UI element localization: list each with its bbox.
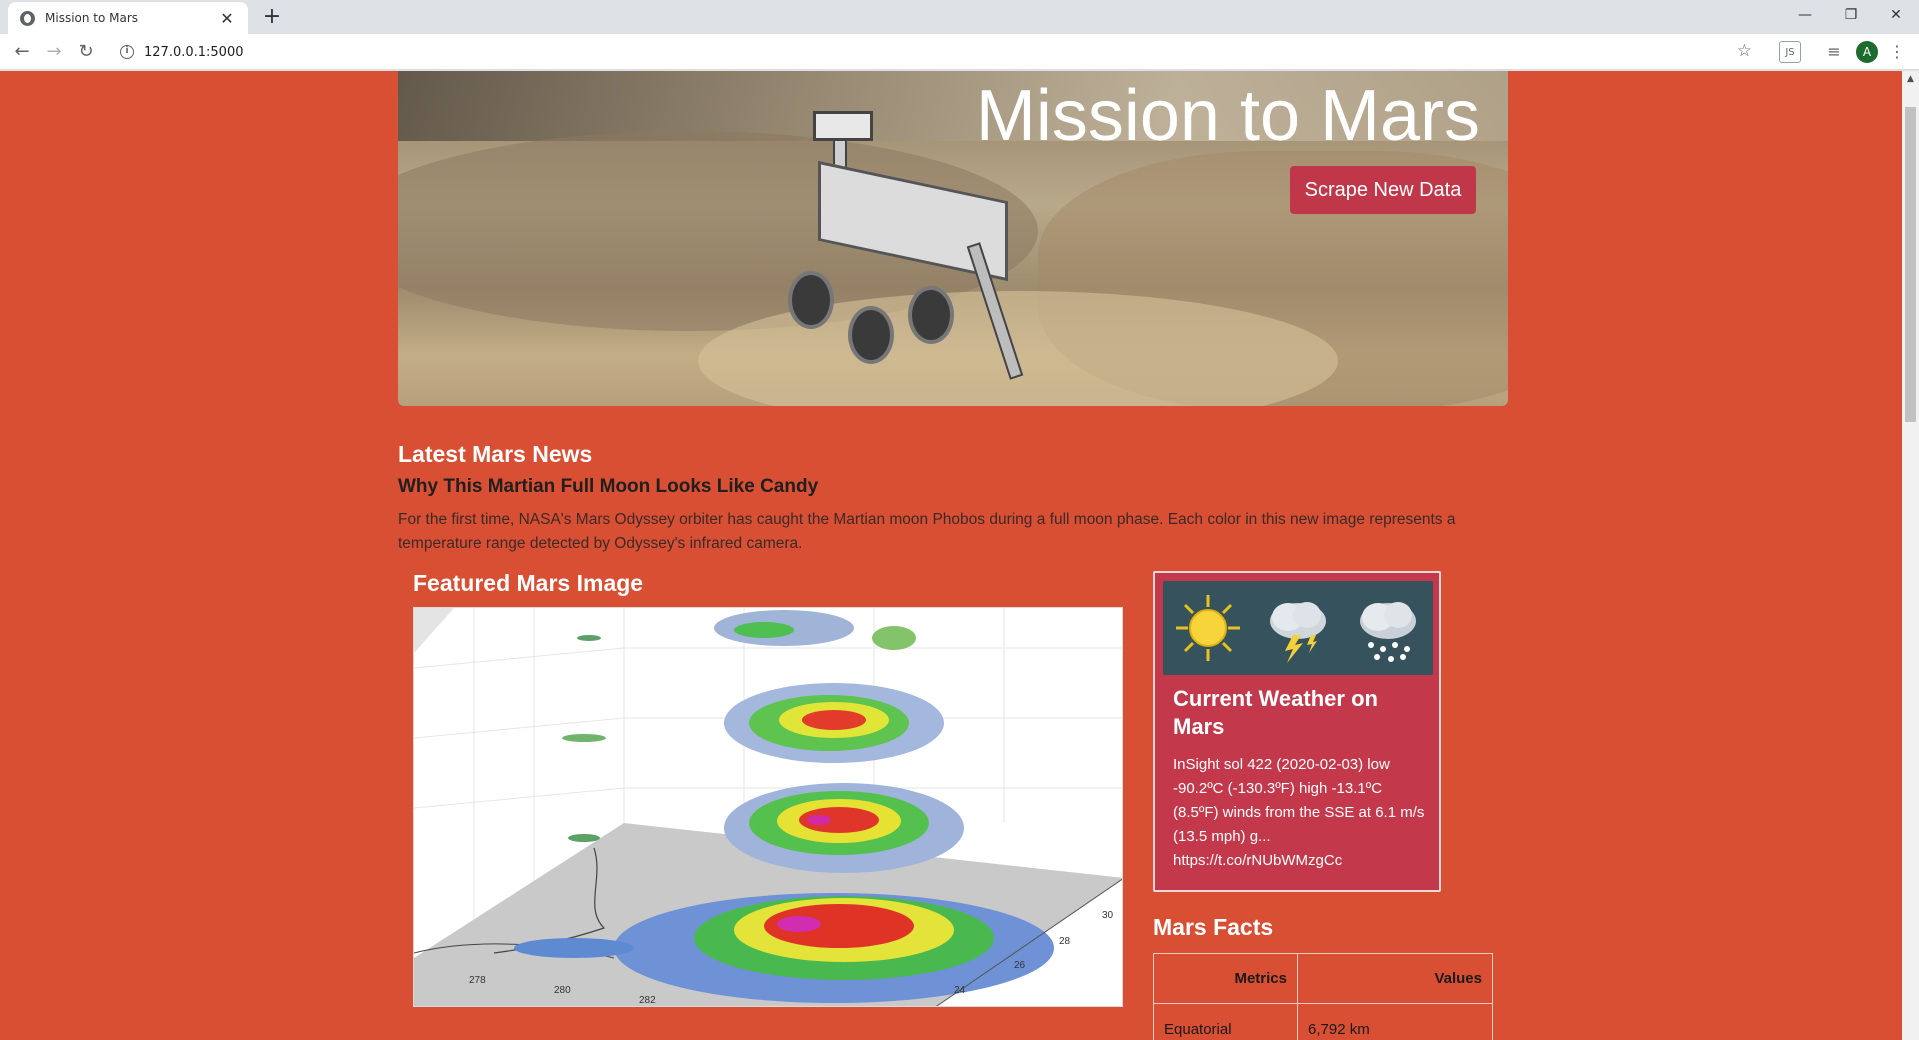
- forward-icon[interactable]: →: [40, 38, 68, 66]
- column-header: Metrics: [1153, 953, 1298, 1004]
- page-viewport: Mission to Mars Scrape New Data Latest M…: [0, 71, 1919, 1040]
- tab-title: Mission to Mars: [45, 11, 139, 25]
- table-row: Equatorial 6,792 km: [1153, 1003, 1493, 1040]
- column-header: Values: [1297, 953, 1493, 1004]
- value-cell: 6,792 km: [1297, 1003, 1493, 1040]
- tab-close-icon[interactable]: ✕: [218, 9, 236, 28]
- rover-wheel: [848, 306, 894, 364]
- minimize-button[interactable]: —: [1782, 0, 1828, 30]
- bookmark-star-icon[interactable]: ☆: [1737, 41, 1752, 61]
- facts-heading: Mars Facts: [1153, 914, 1274, 940]
- menu-dots-icon[interactable]: ⋮: [1888, 41, 1906, 63]
- scrollbar-thumb[interactable]: [1905, 107, 1916, 422]
- globe-icon: [20, 10, 35, 26]
- sun-icon: [1176, 595, 1240, 661]
- x-tick: 280: [554, 985, 571, 996]
- browser-toolbar: ← → ↻ i 127.0.0.1:5000 ☆ JS ≡ A ⋮: [0, 34, 1919, 70]
- reload-icon[interactable]: ↻: [72, 38, 100, 66]
- weather-card: Current Weather on Mars InSight sol 422 …: [1153, 571, 1441, 892]
- url-text[interactable]: 127.0.0.1:5000: [144, 45, 244, 60]
- page-content: Mission to Mars Scrape New Data Latest M…: [0, 71, 1902, 1040]
- address-bar[interactable]: i 127.0.0.1:5000 ☆: [110, 38, 1760, 66]
- tab-strip: Mission to Mars ✕ + — ❐ ✕: [0, 0, 1919, 34]
- weather-heading: Current Weather on Mars: [1173, 686, 1378, 739]
- y-tick: 26: [1014, 960, 1026, 971]
- news-title: Why This Martian Full Moon Looks Like Ca…: [398, 476, 819, 497]
- restore-button[interactable]: ❐: [1828, 0, 1874, 30]
- snow-cloud-icon: [1360, 602, 1416, 662]
- weather-text: InSight sol 422 (2020-02-03) low -90.2ºC…: [1173, 756, 1425, 869]
- rover-wheel: [788, 271, 834, 329]
- x-tick: 278: [469, 975, 486, 986]
- scrape-new-data-button[interactable]: Scrape New Data: [1290, 166, 1476, 214]
- x-tick: 282: [639, 995, 656, 1006]
- extension-icon[interactable]: JS: [1779, 41, 1801, 63]
- vertical-scrollbar[interactable]: ▲: [1902, 71, 1919, 1040]
- facts-table: Metrics Values Equatorial 6,792 km: [1153, 953, 1493, 1040]
- news-paragraph: For the first time, NASA's Mars Odyssey …: [398, 511, 1456, 552]
- weather-icons-banner: [1163, 581, 1433, 675]
- y-tick: 28: [1059, 936, 1071, 947]
- close-window-button[interactable]: ✕: [1873, 0, 1919, 30]
- thunderstorm-icon: [1270, 602, 1326, 663]
- site-info-icon[interactable]: i: [120, 45, 134, 59]
- storm-radar-visualization: 278 280 282 24 26 28 30: [414, 608, 1122, 1006]
- avatar[interactable]: A: [1856, 41, 1878, 63]
- media-queue-icon[interactable]: ≡: [1822, 41, 1846, 63]
- hero-jumbotron: Mission to Mars Scrape New Data: [398, 71, 1508, 406]
- back-icon[interactable]: ←: [8, 38, 36, 66]
- y-tick: 30: [1102, 910, 1114, 921]
- rover-head: [813, 111, 873, 141]
- featured-image-heading: Featured Mars Image: [413, 570, 644, 596]
- y-tick: 24: [954, 985, 966, 996]
- scroll-up-arrow-icon[interactable]: ▲: [1902, 71, 1919, 87]
- page-title: Mission to Mars: [975, 76, 1480, 156]
- rover-wheel: [908, 286, 954, 344]
- browser-tab[interactable]: Mission to Mars ✕: [8, 2, 248, 34]
- metric-cell: Equatorial: [1153, 1003, 1298, 1040]
- new-tab-button[interactable]: +: [258, 4, 286, 32]
- featured-mars-image[interactable]: 278 280 282 24 26 28 30: [413, 607, 1123, 1007]
- news-heading: Latest Mars News: [398, 441, 593, 467]
- table-header-row: Metrics Values: [1153, 953, 1493, 1004]
